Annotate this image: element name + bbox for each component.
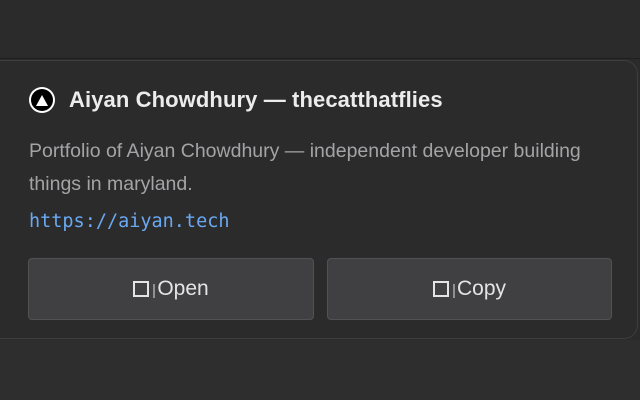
open-window-icon [133, 281, 156, 298]
link-preview-card: Aiyan Chowdhury — thecatthatflies Portfo… [0, 60, 638, 339]
title-row: Aiyan Chowdhury — thecatthatflies [29, 87, 443, 113]
open-button[interactable]: Open [28, 258, 314, 320]
page-description: Portfolio of Aiyan Chowdhury — independe… [29, 140, 581, 195]
top-bar [0, 0, 640, 59]
bottom-area [0, 340, 640, 400]
copy-button[interactable]: Copy [327, 258, 612, 320]
copy-icon [432, 281, 455, 298]
triangle-logo-icon [29, 87, 55, 113]
copy-button-label: Copy [456, 277, 507, 300]
page-title: Aiyan Chowdhury — thecatthatflies [69, 87, 443, 112]
page-url-link[interactable]: https://aiyan.tech [29, 211, 229, 232]
open-button-label: Open [157, 277, 209, 300]
